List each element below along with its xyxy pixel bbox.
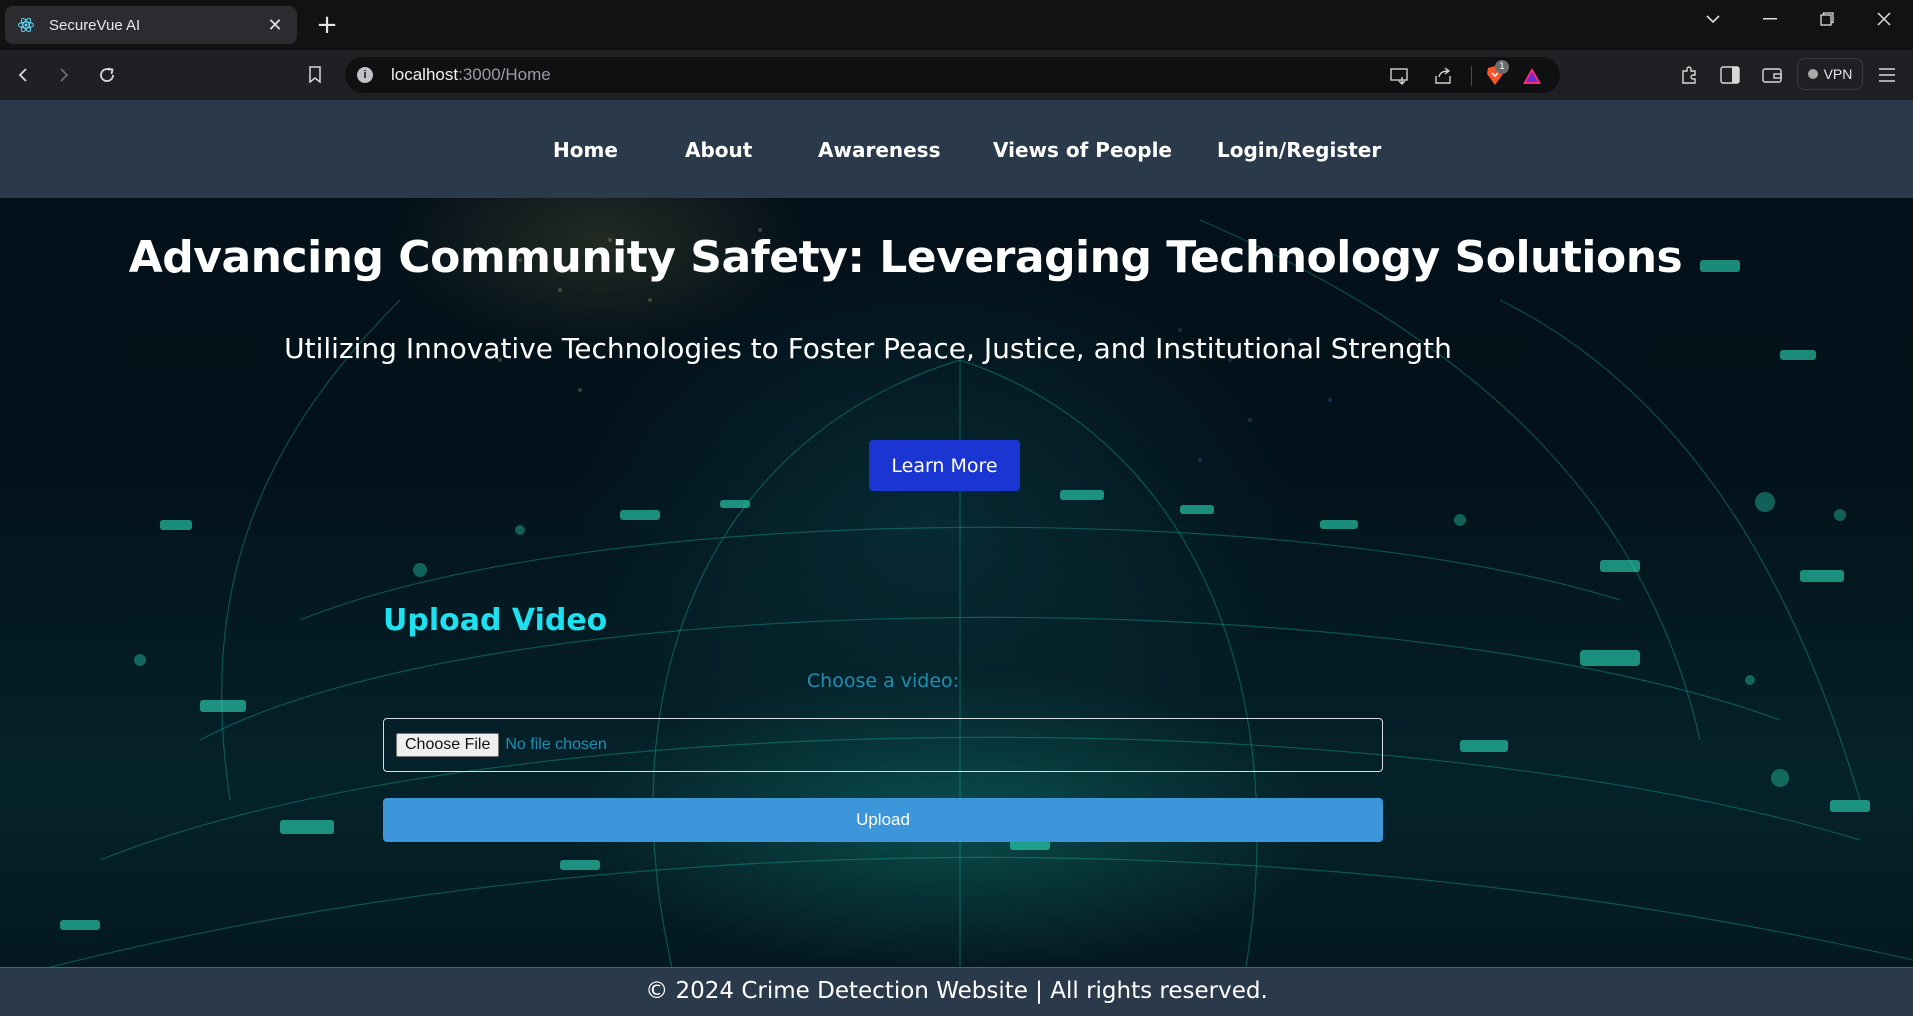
page-footer: © 2024 Crime Detection Website | All rig… — [0, 967, 1913, 1016]
url-host: localhost — [391, 65, 459, 84]
web-page: Home About Awareness Views of People Log… — [0, 100, 1913, 1016]
url-path: :3000/Home — [458, 65, 551, 84]
nav-awareness[interactable]: Awareness — [818, 138, 941, 162]
cast-icon[interactable] — [1388, 66, 1412, 86]
brave-rewards-icon[interactable] — [1520, 66, 1544, 86]
upload-video-heading: Upload Video — [383, 603, 608, 638]
bookmark-icon[interactable] — [300, 60, 330, 90]
tab-search-chevron-icon[interactable] — [1685, 0, 1741, 38]
shields-badge: 1 — [1495, 60, 1509, 74]
choose-file-button[interactable]: Choose File — [396, 733, 500, 757]
file-status-text: No file chosen — [505, 736, 607, 753]
react-icon — [17, 16, 35, 34]
nav-home[interactable]: Home — [553, 138, 618, 162]
toolbar-divider — [1470, 66, 1474, 86]
video-file-input[interactable]: Choose File No file chosen — [383, 718, 1383, 772]
browser-tab[interactable]: SecureVue AI ✕ — [5, 6, 297, 44]
reload-icon[interactable] — [92, 60, 122, 90]
vpn-status-icon — [1807, 69, 1818, 79]
hero-title: Advancing Community Safety: Leveraging T… — [128, 232, 1683, 283]
vpn-label: VPN — [1823, 66, 1853, 82]
main-navbar: Home About Awareness Views of People Log… — [0, 100, 1913, 198]
learn-more-button[interactable]: Learn More — [869, 440, 1020, 491]
browser-tab-title: SecureVue AI — [49, 16, 141, 34]
browser-tab-strip: SecureVue AI ✕ + — [0, 0, 1913, 50]
address-bar[interactable]: i localhost:3000/Home 1 — [345, 57, 1560, 93]
vpn-button[interactable]: VPN — [1797, 58, 1863, 90]
wallet-icon[interactable] — [1757, 60, 1787, 90]
browser-toolbar: i localhost:3000/Home 1 VPN — [0, 50, 1913, 100]
extensions-icon[interactable] — [1674, 60, 1704, 90]
back-icon[interactable] — [8, 60, 38, 90]
new-tab-button[interactable]: + — [312, 8, 342, 42]
close-tab-icon[interactable]: ✕ — [265, 15, 285, 36]
nav-about[interactable]: About — [685, 138, 752, 162]
choose-video-label: Choose a video: — [806, 670, 960, 692]
close-window-icon[interactable] — [1856, 0, 1912, 38]
share-icon[interactable] — [1431, 66, 1455, 86]
minimize-icon[interactable] — [1742, 0, 1798, 38]
restore-icon[interactable] — [1799, 0, 1855, 38]
sidebar-icon[interactable] — [1715, 60, 1745, 90]
nav-login-register[interactable]: Login/Register — [1217, 138, 1381, 162]
site-info-icon[interactable]: i — [357, 67, 373, 83]
menu-icon[interactable] — [1872, 60, 1902, 90]
forward-icon[interactable] — [49, 60, 79, 90]
upload-button[interactable]: Upload — [383, 798, 1383, 842]
nav-views-of-people[interactable]: Views of People — [993, 138, 1172, 162]
hero-subtitle: Utilizing Innovative Technologies to Fos… — [284, 332, 1452, 365]
